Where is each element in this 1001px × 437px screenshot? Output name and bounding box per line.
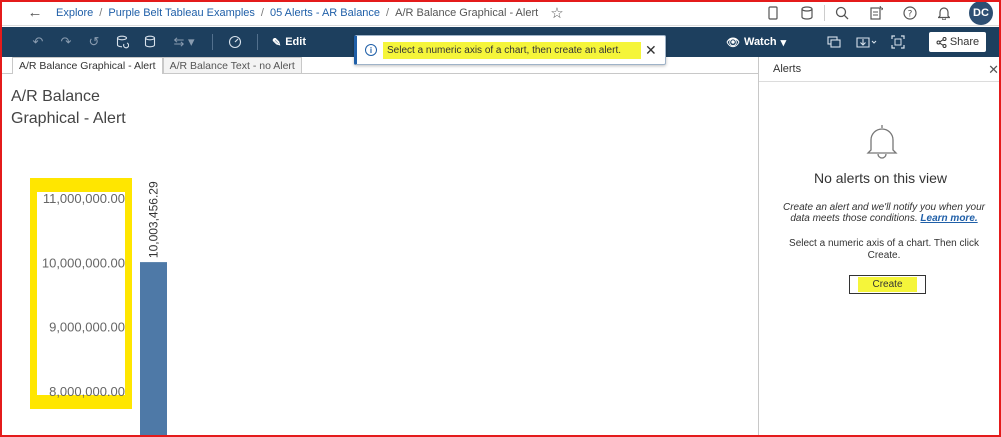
download-dropdown-icon[interactable] — [848, 27, 884, 57]
divider — [257, 34, 258, 50]
chevron-down-icon: ▾ — [780, 36, 787, 49]
y-axis-tick-label: 8,000,000.00 — [49, 384, 125, 399]
alerts-panel-header: Alerts ✕ — [759, 57, 1001, 82]
fullscreen-icon[interactable] — [884, 27, 912, 57]
favorite-star-icon[interactable]: ☆ — [550, 4, 563, 22]
y-axis-tick-label: 10,000,000.00 — [42, 255, 125, 270]
breadcrumb-workbook[interactable]: 05 Alerts - AR Balance — [270, 7, 380, 19]
watch-dropdown[interactable]: 👁 Watch ▾ — [726, 27, 786, 57]
notifications-bell-icon[interactable] — [927, 0, 961, 26]
redo-icon[interactable]: ↷ — [52, 27, 80, 57]
alert-notification-toast: i Select a numeric axis of a chart, then… — [354, 35, 666, 65]
undo-icon[interactable]: ↶ — [24, 27, 52, 57]
y-axis-tick-label: 9,000,000.00 — [49, 320, 125, 335]
revert-icon[interactable]: ↺ — [80, 27, 108, 57]
y-axis-tick-label: 11,000,000.00 — [43, 191, 125, 206]
axis-highlight-bottom — [30, 395, 132, 409]
user-avatar[interactable]: DC — [969, 1, 993, 25]
toolbar-right-group — [820, 27, 912, 57]
data-source-icon[interactable] — [790, 0, 824, 26]
svg-text:?: ? — [908, 10, 913, 20]
alerts-panel-title: Alerts — [773, 63, 802, 75]
device-preview-icon[interactable] — [756, 0, 790, 26]
help-icon[interactable]: ? — [893, 0, 927, 26]
eye-icon: 👁 — [726, 36, 740, 49]
alerts-instruction: Select a numeric axis of a chart. Then c… — [789, 238, 979, 261]
tab-ar-balance-graphical[interactable]: A/R Balance Graphical - Alert — [12, 57, 163, 74]
empty-state-title: No alerts on this view — [813, 170, 948, 186]
create-label: Create — [858, 277, 917, 292]
search-icon[interactable] — [825, 0, 859, 26]
close-panel-icon[interactable]: ✕ — [988, 62, 999, 78]
edit-pencil-icon: ✎ — [272, 36, 282, 49]
comments-icon[interactable] — [820, 27, 848, 57]
y-axis-highlight[interactable] — [30, 178, 132, 409]
edit-button[interactable]: ✎ Edit — [272, 36, 306, 49]
top-nav-bar: ← Explore / Purple Belt Tableau Examples… — [0, 0, 1001, 26]
tooltip-dropdown-icon[interactable]: ⇆ ▾ — [164, 27, 204, 57]
breadcrumb-explore[interactable]: Explore — [56, 7, 93, 19]
info-icon: i — [365, 44, 377, 56]
breadcrumb-separator: / — [99, 6, 103, 19]
breadcrumb-separator: / — [386, 6, 390, 19]
alerts-panel: Alerts ✕ No alerts on this view Create a… — [758, 57, 1001, 437]
metrics-icon[interactable] — [221, 27, 249, 57]
new-content-icon[interactable] — [859, 0, 893, 26]
breadcrumb-project[interactable]: Purple Belt Tableau Examples — [108, 7, 255, 19]
share-icon — [936, 36, 947, 48]
learn-more-link[interactable]: Learn more. — [920, 213, 977, 224]
bell-icon — [866, 125, 898, 159]
share-button[interactable]: Share — [929, 32, 986, 52]
bar — [140, 262, 167, 437]
axis-highlight-top — [30, 178, 132, 192]
close-icon[interactable]: ✕ — [645, 42, 657, 59]
viz-title: A/R Balance Graphical - Alert — [11, 88, 126, 127]
breadcrumb-separator: / — [260, 6, 264, 19]
empty-state-description: Create an alert and we'll notify you whe… — [779, 202, 989, 224]
breadcrumb-current-view: A/R Balance Graphical - Alert — [395, 6, 539, 19]
notification-message: Select a numeric axis of a chart, then c… — [383, 41, 642, 59]
tab-ar-balance-text[interactable]: A/R Balance Text - no Alert — [162, 57, 302, 73]
top-right-icons: ? DC — [756, 0, 993, 26]
share-label: Share — [949, 36, 980, 48]
back-arrow-icon[interactable]: ← — [26, 4, 44, 22]
create-alert-button[interactable]: Create — [849, 275, 926, 294]
edit-label: Edit — [285, 36, 306, 48]
bar-data-label: 10,003,456.29 — [147, 181, 161, 258]
watch-label: Watch — [743, 36, 777, 48]
refresh-data-icon[interactable] — [108, 27, 136, 57]
divider — [212, 34, 213, 50]
axis-highlight-left — [30, 178, 37, 409]
pause-updates-icon[interactable] — [136, 27, 164, 57]
axis-highlight-right — [125, 178, 132, 409]
